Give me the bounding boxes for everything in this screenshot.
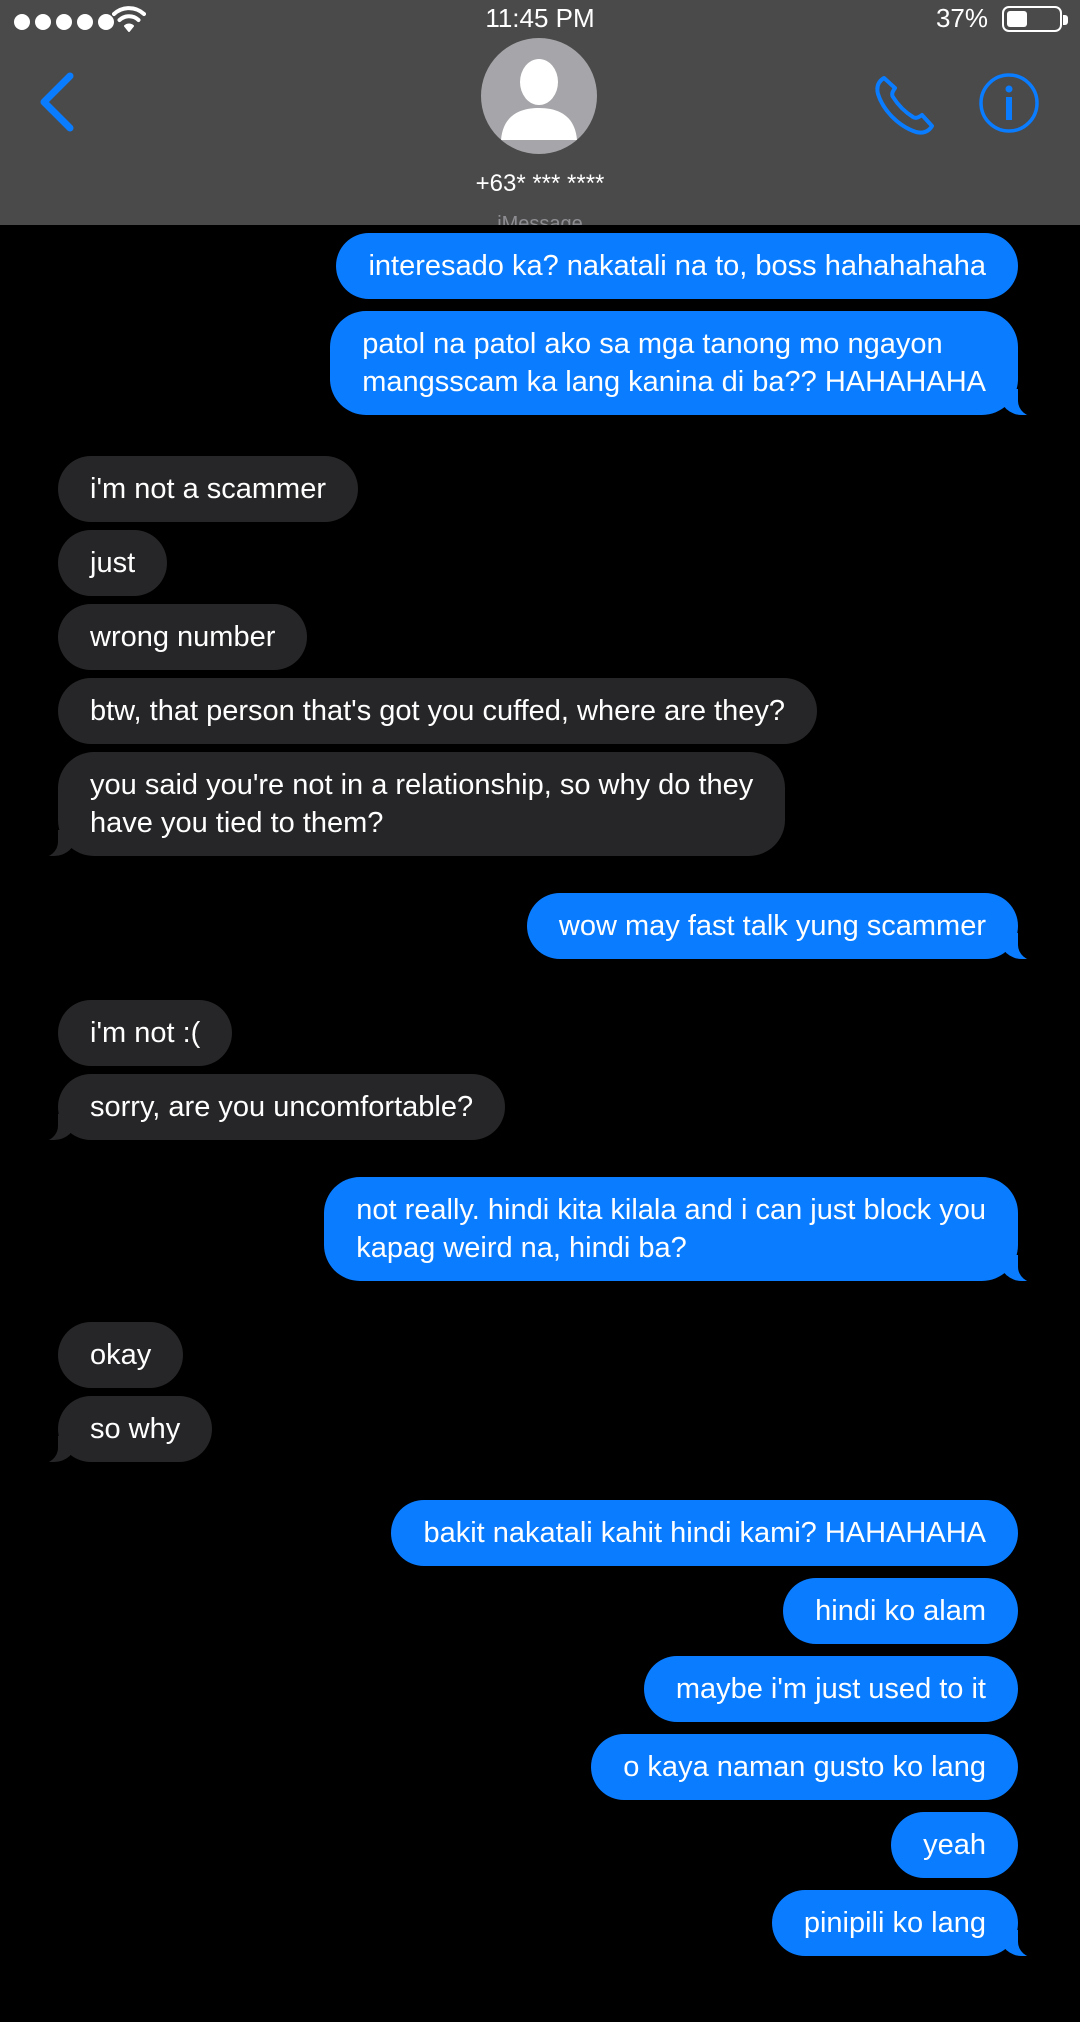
- received-message[interactable]: so why: [17, 1396, 213, 1464]
- sent-message[interactable]: hindi ko alam: [783, 1578, 1018, 1644]
- sent-message[interactable]: interesado ka? nakatali na to, boss haha…: [336, 233, 1018, 299]
- back-chevron-icon[interactable]: [34, 70, 84, 134]
- received-message[interactable]: just: [58, 530, 168, 596]
- conversation-header: 11:45 PM 37% +63* *** **** iMessage: [0, 0, 1080, 225]
- battery-icon: [1002, 6, 1068, 32]
- received-message[interactable]: i'm not a scammer: [58, 456, 358, 522]
- received-message[interactable]: sorry, are you uncomfortable?: [17, 1074, 506, 1142]
- received-message[interactable]: you said you're not in a relationship, s…: [17, 752, 786, 858]
- info-icon[interactable]: [978, 72, 1040, 134]
- message-line: you said you're not in a relationship, s…: [90, 769, 754, 801]
- message-line: have you tied to them?: [90, 807, 384, 839]
- battery-percentage: 37%: [935, 3, 988, 33]
- message-thread[interactable]: interesado ka? nakatali na to, boss haha…: [0, 0, 1080, 2022]
- message-line: mangsscam ka lang kanina di ba?? HAHAHAH…: [362, 366, 986, 398]
- message-line: kapag weird na, hindi ba?: [356, 1232, 687, 1264]
- imessage-label: iMessage: [497, 213, 583, 225]
- sent-message[interactable]: not really. hindi kita kilala and i can …: [324, 1177, 1058, 1283]
- sent-message[interactable]: patol na patol ako sa mga tanong mo ngay…: [330, 311, 1058, 417]
- phone-icon[interactable]: [870, 70, 940, 140]
- contact-name[interactable]: +63* *** ****: [0, 170, 1080, 198]
- sent-message[interactable]: yeah: [891, 1812, 1018, 1878]
- received-message[interactable]: i'm not :(: [58, 1000, 233, 1066]
- sent-message[interactable]: wow may fast talk yung scammer: [526, 893, 1059, 961]
- contact-avatar[interactable]: [481, 38, 597, 154]
- received-message[interactable]: wrong number: [58, 604, 308, 670]
- message-line: not really. hindi kita kilala and i can …: [356, 1194, 986, 1226]
- message-line: patol na patol ako sa mga tanong mo ngay…: [362, 328, 943, 360]
- sent-message[interactable]: pinipili ko lang: [771, 1890, 1059, 1958]
- status-time: 11:45 PM: [485, 3, 595, 33]
- sent-message[interactable]: o kaya naman gusto ko lang: [591, 1734, 1018, 1800]
- status-bar: 11:45 PM 37%: [0, 0, 1080, 40]
- received-message[interactable]: okay: [58, 1322, 184, 1388]
- sent-message[interactable]: maybe i'm just used to it: [643, 1656, 1018, 1722]
- sent-message[interactable]: bakit nakatali kahit hindi kami? HAHAHAH…: [391, 1500, 1018, 1566]
- person-icon: [501, 59, 577, 140]
- received-message[interactable]: btw, that person that's got you cuffed, …: [58, 678, 817, 744]
